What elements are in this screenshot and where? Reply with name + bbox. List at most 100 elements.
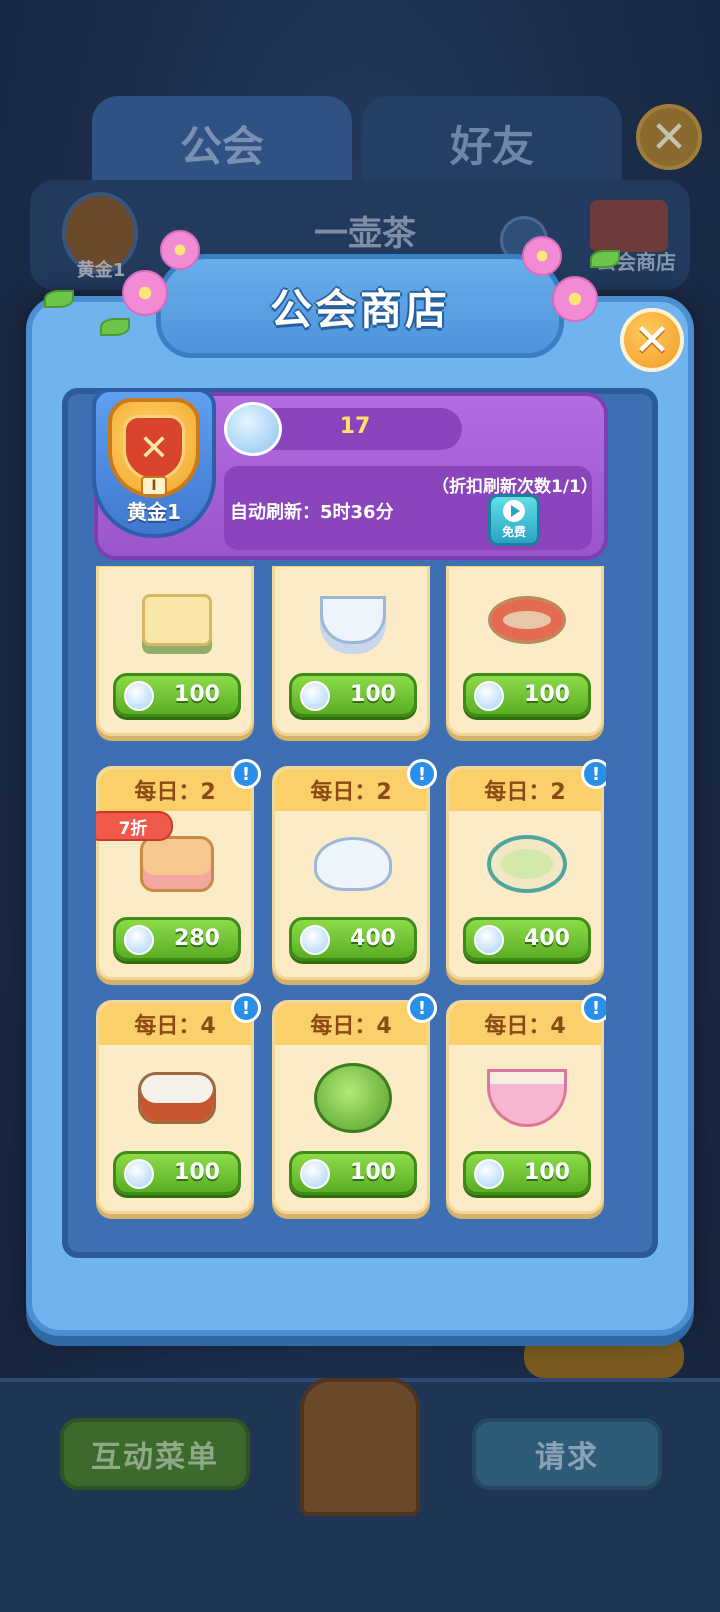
chef-hat-coin-icon bbox=[300, 681, 330, 711]
price-value: 100 bbox=[174, 1160, 220, 1185]
buy-button[interactable]: 100 bbox=[113, 673, 241, 717]
chef-hat-coin-icon bbox=[474, 925, 504, 955]
shop-item-card[interactable]: 每日：4 100! bbox=[96, 993, 261, 1214]
info-alert-icon[interactable]: ! bbox=[407, 759, 437, 789]
daily-limit-label: 每日：4 bbox=[449, 1003, 601, 1045]
daily-limit-label: 每日：4 bbox=[99, 1003, 251, 1045]
spoon-spatula-icon: ✕ bbox=[123, 415, 185, 481]
price-value: 400 bbox=[524, 926, 570, 951]
chef-hat-coin-icon bbox=[300, 925, 330, 955]
buy-button[interactable]: 400 bbox=[463, 917, 591, 961]
play-video-icon bbox=[503, 500, 525, 522]
soup-icon bbox=[487, 835, 567, 893]
auto-refresh-timer: 自动刷新：5时36分 bbox=[230, 502, 394, 523]
teacup-icon bbox=[320, 596, 386, 644]
info-alert-icon[interactable]: ! bbox=[231, 759, 261, 789]
shop-item-card[interactable]: 每日：4 100 bbox=[272, 566, 430, 736]
tab-guild[interactable]: 公会 bbox=[92, 96, 352, 191]
rank-roman-numeral: I bbox=[141, 476, 167, 496]
oyster-icon bbox=[488, 596, 566, 644]
daily-limit-label: 每日：2 bbox=[449, 769, 601, 811]
shop-item-card[interactable]: 每日：4 100! bbox=[446, 993, 606, 1214]
buy-button[interactable]: 400 bbox=[289, 917, 417, 961]
price-value: 100 bbox=[524, 1160, 570, 1185]
price-value: 100 bbox=[350, 682, 396, 707]
food-image bbox=[133, 1057, 221, 1139]
leaf-icon bbox=[590, 250, 620, 268]
guild-name: 一壶茶 bbox=[314, 214, 416, 254]
daily-limit-label: 每日：4 bbox=[449, 566, 601, 567]
tofu-icon bbox=[142, 594, 212, 646]
shop-item-card[interactable]: 每日：2 400! bbox=[272, 759, 437, 980]
shop-item-card[interactable]: 每日：2 400! bbox=[446, 759, 606, 980]
daily-limit-label: 每日：4 bbox=[99, 566, 251, 567]
chef-hat-coin-icon bbox=[474, 1159, 504, 1189]
shop-item-card[interactable]: 每日：4 100 bbox=[96, 566, 254, 736]
food-image bbox=[483, 1057, 571, 1139]
info-alert-icon[interactable]: ! bbox=[581, 993, 606, 1023]
shop-item-card[interactable]: 每日：4 100 bbox=[446, 566, 604, 736]
daily-limit-label: 每日：2 bbox=[275, 769, 427, 811]
buy-button[interactable]: 280 bbox=[113, 917, 241, 961]
cake-icon bbox=[140, 836, 214, 892]
info-alert-icon[interactable]: ! bbox=[231, 993, 261, 1023]
chef-hat-coin-icon bbox=[474, 681, 504, 711]
food-image bbox=[309, 1057, 397, 1139]
close-icon[interactable]: ✕ bbox=[620, 308, 684, 372]
chef-hat-coin-icon bbox=[124, 925, 154, 955]
flower-icon bbox=[122, 270, 168, 316]
flower-icon bbox=[160, 230, 200, 270]
price-value: 400 bbox=[350, 926, 396, 951]
bento-icon bbox=[138, 1072, 216, 1124]
background-tabs: 公会 好友 bbox=[92, 96, 632, 191]
cabbage-icon bbox=[314, 1063, 392, 1133]
leaf-icon bbox=[100, 318, 130, 336]
chef-hat-coin-icon bbox=[124, 1159, 154, 1189]
request-button[interactable]: 请求 bbox=[472, 1418, 662, 1490]
currency-amount: 17 bbox=[339, 414, 371, 439]
shop-item-grid: 每日：4100每日：4100每日：4100每日：2280!7折每日：2400!每… bbox=[96, 566, 606, 1222]
price-value: 100 bbox=[350, 1160, 396, 1185]
price-value: 100 bbox=[174, 682, 220, 707]
price-value: 280 bbox=[174, 926, 220, 951]
flower-icon bbox=[552, 276, 598, 322]
shop-icon[interactable] bbox=[590, 200, 668, 252]
buy-button[interactable]: 100 bbox=[113, 1151, 241, 1195]
food-image bbox=[483, 579, 571, 661]
food-image bbox=[309, 823, 397, 905]
background-close-icon[interactable]: ✕ bbox=[636, 104, 702, 170]
daily-limit-label: 每日：2 bbox=[99, 769, 251, 811]
buy-button[interactable]: 100 bbox=[289, 673, 417, 717]
flower-icon bbox=[522, 236, 562, 276]
cabinet-icon[interactable] bbox=[300, 1378, 420, 1516]
food-image bbox=[133, 579, 221, 661]
food-image bbox=[309, 579, 397, 661]
car-icon bbox=[524, 1334, 684, 1378]
free-label: 免费 bbox=[501, 525, 526, 539]
chef-hat-coin-icon bbox=[300, 1159, 330, 1189]
shop-title-banner: 公会商店 bbox=[156, 254, 564, 358]
shop-title: 公会商店 bbox=[269, 284, 450, 334]
buy-button[interactable]: 100 bbox=[289, 1151, 417, 1195]
rank-label: 黄金1 bbox=[127, 500, 181, 524]
food-image bbox=[483, 823, 571, 905]
buy-button[interactable]: 100 bbox=[463, 673, 591, 717]
info-alert-icon[interactable]: ! bbox=[407, 993, 437, 1023]
shop-item-card[interactable]: 每日：2 280! 7折 bbox=[96, 759, 261, 980]
discount-tag: 7折 bbox=[96, 811, 173, 841]
price-value: 100 bbox=[524, 682, 570, 707]
shop-item-card[interactable]: 每日：4 100! bbox=[272, 993, 437, 1214]
interact-menu-button[interactable]: 互动菜单 bbox=[60, 1418, 250, 1490]
ramen-icon bbox=[487, 1069, 567, 1127]
chef-hat-coin-icon bbox=[124, 681, 154, 711]
leaf-icon bbox=[44, 290, 74, 308]
buy-button[interactable]: 100 bbox=[463, 1151, 591, 1195]
daily-limit-label: 每日：4 bbox=[275, 1003, 427, 1045]
tab-friends[interactable]: 好友 bbox=[362, 96, 622, 191]
chef-hat-coin-icon bbox=[224, 402, 282, 456]
daily-limit-label: 每日：4 bbox=[275, 566, 427, 567]
guild-badge-label: 黄金1 bbox=[76, 260, 126, 281]
free-refresh-button[interactable]: 免费 bbox=[488, 494, 540, 546]
teapot-icon bbox=[314, 837, 392, 891]
info-alert-icon[interactable]: ! bbox=[581, 759, 606, 789]
